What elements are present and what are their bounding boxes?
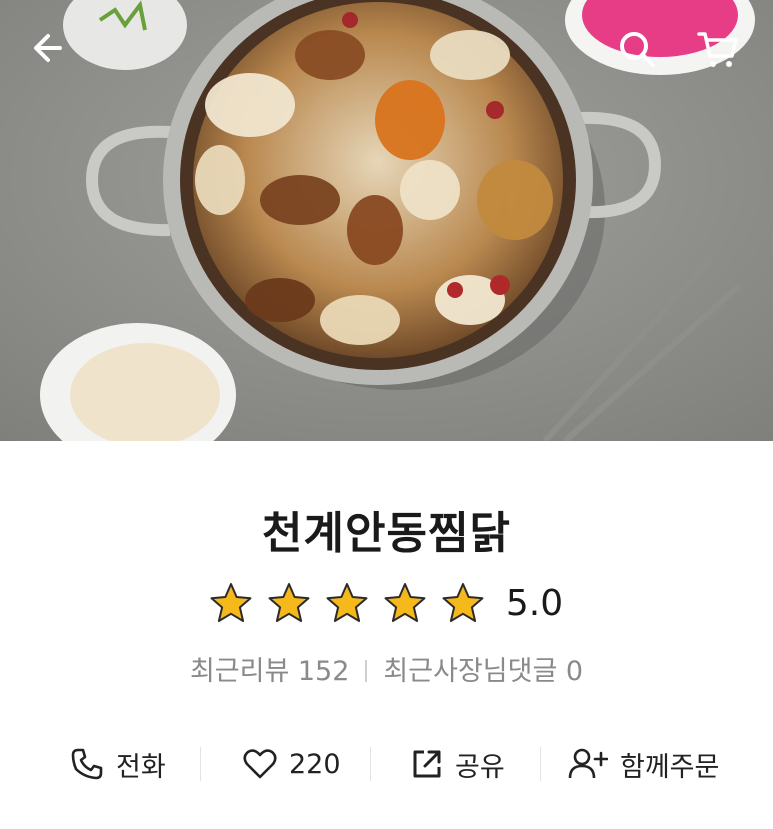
- rating-row: 5.0: [0, 579, 773, 627]
- star-icon: [326, 583, 368, 622]
- cart-icon: [697, 32, 738, 67]
- search-icon: [620, 32, 655, 67]
- rating-score: 5.0: [505, 582, 564, 624]
- group-order-button[interactable]: 함께주문: [568, 737, 719, 791]
- star-icon: [210, 583, 252, 622]
- like-button[interactable]: 220: [243, 737, 341, 791]
- restaurant-info-section: 천계안동찜닭 5.0 최근리뷰 152 최근사장님댓글 0 전화 220 공유: [0, 441, 773, 829]
- meta-divider: [365, 660, 368, 682]
- hero-food-image: [0, 0, 773, 441]
- owner-comments-link[interactable]: 최근사장님댓글 0: [383, 656, 583, 687]
- star-rating: [210, 582, 484, 624]
- heart-icon: [243, 749, 277, 779]
- add-user-icon: [568, 748, 608, 779]
- search-button[interactable]: [616, 28, 660, 72]
- restaurant-name: 천계안동찜닭: [262, 508, 511, 559]
- group-order-label: 함께주문: [620, 751, 720, 783]
- call-label: 전화: [116, 751, 166, 783]
- star-icon: [268, 583, 310, 622]
- action-divider: [540, 747, 541, 781]
- action-bar: 전화 220 공유 함께주문: [0, 737, 773, 791]
- share-icon: [413, 750, 441, 778]
- call-button[interactable]: 전화: [70, 737, 166, 791]
- top-navigation-bar: [0, 0, 773, 100]
- back-button[interactable]: [28, 28, 72, 72]
- action-divider: [370, 747, 371, 781]
- phone-icon: [71, 748, 103, 780]
- share-button[interactable]: 공유: [411, 737, 505, 791]
- star-icon: [384, 583, 426, 622]
- like-count: 220: [289, 748, 341, 780]
- arrow-left-icon: [34, 34, 62, 62]
- action-divider: [200, 747, 201, 781]
- star-icon: [442, 583, 484, 622]
- recent-reviews-link[interactable]: 최근리뷰 152: [190, 656, 349, 687]
- cart-button[interactable]: [696, 28, 740, 72]
- share-label: 공유: [455, 751, 505, 783]
- review-meta: 최근리뷰 152 최근사장님댓글 0: [0, 649, 773, 688]
